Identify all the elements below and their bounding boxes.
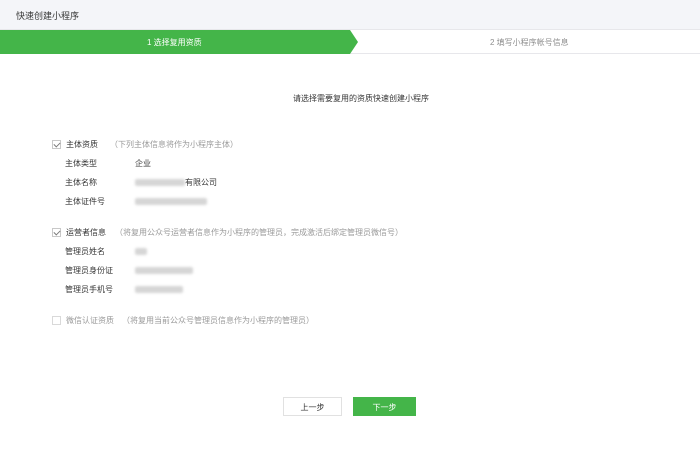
redacted-value (135, 286, 183, 293)
operator-section: 运营者信息 （将复用公众号运营者信息作为小程序的管理员，完成激活后绑定管理员微信… (52, 227, 672, 239)
window-title-bar: 快速创建小程序 (0, 0, 700, 30)
step-1: 1 选择复用资质 (0, 30, 358, 54)
redacted-value (135, 198, 207, 205)
field-label: 管理员姓名 (65, 247, 105, 256)
wechat-cert-section: 微信认证资质 （将复用当前公众号管理员信息作为小程序的管理员） (52, 315, 652, 327)
subject-checkbox[interactable] (52, 140, 61, 149)
redacted-value (135, 267, 193, 274)
window-title: 快速创建小程序 (16, 11, 80, 21)
field-label: 管理员身份证 (65, 266, 113, 275)
wechat-cert-label: 微信认证资质 (66, 316, 114, 325)
subject-label: 主体资质 (66, 140, 98, 149)
redacted-value (135, 179, 185, 186)
step-2-label: 2 填写小程序帐号信息 (490, 38, 569, 47)
operator-checkbox[interactable] (52, 228, 61, 237)
wechat-cert-note: （将复用当前公众号管理员信息作为小程序的管理员） (122, 316, 314, 325)
subject-note: （下列主体信息将作为小程序主体） (110, 140, 238, 149)
wechat-cert-checkbox[interactable] (52, 316, 61, 325)
step-2: 2 填写小程序帐号信息 (358, 30, 700, 54)
next-step-button[interactable]: 下一步 (353, 397, 416, 416)
operator-note: （将复用公众号运营者信息作为小程序的管理员，完成激活后绑定管理员微信号） (115, 228, 403, 237)
subject-section: 主体资质 （下列主体信息将作为小程序主体） (52, 139, 652, 151)
step-1-label: 1 选择复用资质 (147, 38, 202, 47)
field-label: 主体类型 (65, 159, 97, 168)
prev-step-button[interactable]: 上一步 (283, 397, 342, 416)
field-label: 主体证件号 (65, 197, 105, 206)
instruction-text: 请选择需要复用的资质快速创建小程序 (293, 94, 429, 103)
field-value: 企业 (135, 159, 151, 168)
step-indicator: 1 选择复用资质 2 填写小程序帐号信息 (0, 30, 700, 54)
operator-label: 运营者信息 (66, 228, 106, 237)
field-value: 有限公司 (185, 178, 217, 187)
redacted-value (135, 248, 147, 255)
field-label: 主体名称 (65, 178, 97, 187)
field-label: 管理员手机号 (65, 285, 113, 294)
